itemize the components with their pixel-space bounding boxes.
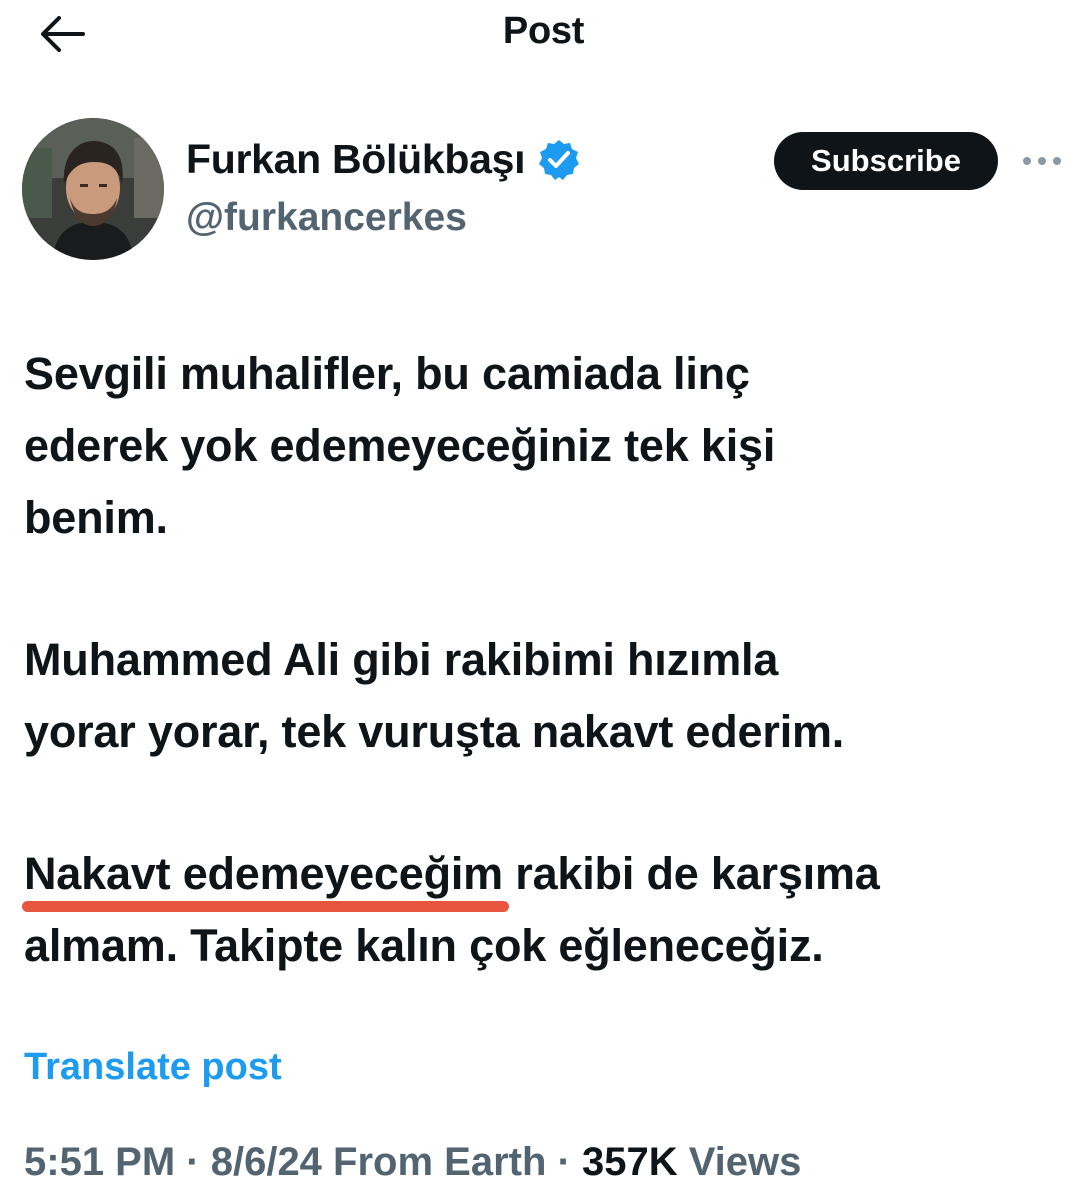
post-author-row: Furkan Bölükbaşı @furkancerkes Subscribe bbox=[0, 116, 1087, 266]
post-line: ederek yok edemeyeceğiniz tek kişi bbox=[24, 420, 776, 471]
post-location: From Earth bbox=[321, 1140, 547, 1184]
post-line: Sevgili muhalifler, bu camiada linç bbox=[24, 348, 750, 399]
post-line: Nakavt edemeyeceğim rakibi de karşıma bbox=[22, 838, 1074, 912]
highlighted-text: Nakavt edemeyeceğim bbox=[24, 848, 503, 899]
separator: · bbox=[546, 1140, 582, 1184]
separator: · bbox=[175, 1140, 211, 1184]
views-label: Views bbox=[677, 1140, 802, 1184]
post-line: benim. bbox=[24, 492, 168, 543]
author-name: Furkan Bölükbaşı bbox=[186, 136, 526, 182]
author-name-link[interactable]: Furkan Bölükbaşı bbox=[186, 136, 581, 183]
avatar-photo bbox=[22, 118, 164, 260]
avatar[interactable] bbox=[22, 118, 164, 260]
post-line-rest: rakibi de karşıma bbox=[502, 848, 880, 899]
red-underline-annotation bbox=[22, 901, 509, 912]
top-bar: Post bbox=[0, 0, 1087, 80]
more-options-button[interactable] bbox=[1018, 144, 1066, 178]
post-date[interactable]: 8/6/24 bbox=[211, 1140, 322, 1184]
post-line: almam. Takipte kalın çok eğleneceğiz. bbox=[24, 920, 824, 971]
author-handle[interactable]: @furkancerkes bbox=[186, 196, 467, 240]
translate-post-link[interactable]: Translate post bbox=[24, 1046, 282, 1089]
post-line: Muhammed Ali gibi rakibimi hızımla bbox=[24, 634, 779, 685]
highlighted-phrase: Nakavt edemeyeceğim bbox=[22, 838, 509, 912]
post-text: Sevgili muhalifler, bu camiada linç eder… bbox=[22, 338, 1074, 982]
ellipsis-icon bbox=[1023, 157, 1061, 165]
post-meta: 5:51 PM · 8/6/24 From Earth · 357K Views bbox=[24, 1140, 801, 1185]
page-title: Post bbox=[502, 10, 585, 52]
verified-badge-icon bbox=[539, 139, 580, 180]
post-time[interactable]: 5:51 PM bbox=[24, 1140, 175, 1184]
views-count: 357K bbox=[581, 1140, 678, 1184]
post-line: yorar yorar, tek vuruşta nakavt ederim. bbox=[24, 706, 845, 757]
subscribe-button[interactable]: Subscribe bbox=[774, 132, 998, 190]
